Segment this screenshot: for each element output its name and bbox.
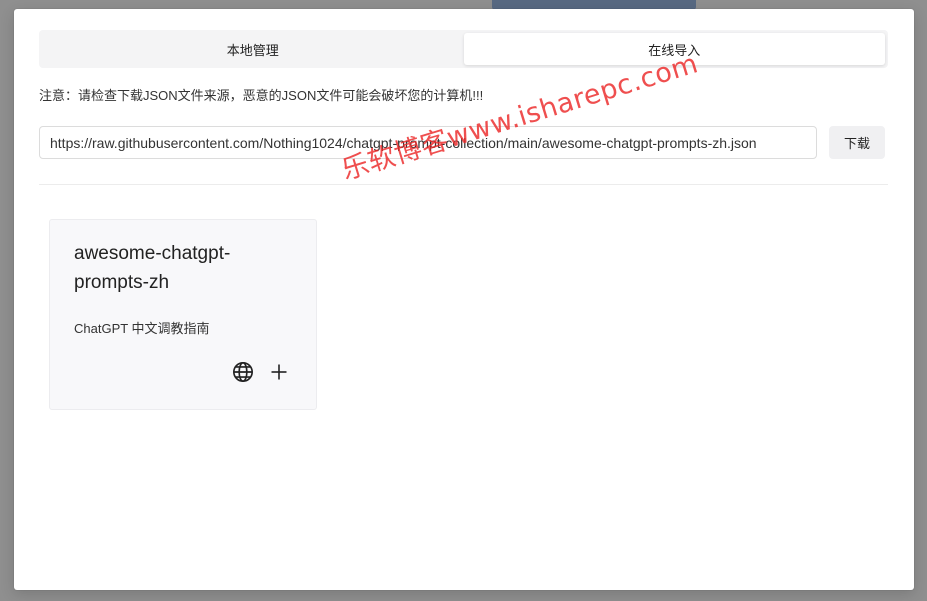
divider	[39, 184, 888, 185]
prompt-collection-card: awesome-chatgpt-prompts-zh ChatGPT 中文调教指…	[49, 219, 317, 410]
tab-online-import[interactable]: 在线导入	[463, 33, 885, 65]
warning-notice: 注意：请检查下载JSON文件来源，恶意的JSON文件可能会破坏您的计算机!!!	[39, 88, 484, 103]
url-input[interactable]	[39, 126, 817, 159]
plus-icon[interactable]	[267, 360, 290, 383]
import-modal: 本地管理 在线导入 注意：请检查下载JSON文件来源，恶意的JSON文件可能会破…	[14, 9, 914, 590]
card-actions	[231, 360, 290, 383]
tab-bar: 本地管理 在线导入	[39, 30, 888, 68]
tab-local-manage[interactable]: 本地管理	[42, 33, 464, 65]
card-title: awesome-chatgpt-prompts-zh	[74, 243, 231, 293]
card-description: ChatGPT 中文调教指南	[74, 321, 210, 336]
globe-icon[interactable]	[231, 360, 254, 383]
download-button[interactable]: 下载	[829, 126, 885, 159]
